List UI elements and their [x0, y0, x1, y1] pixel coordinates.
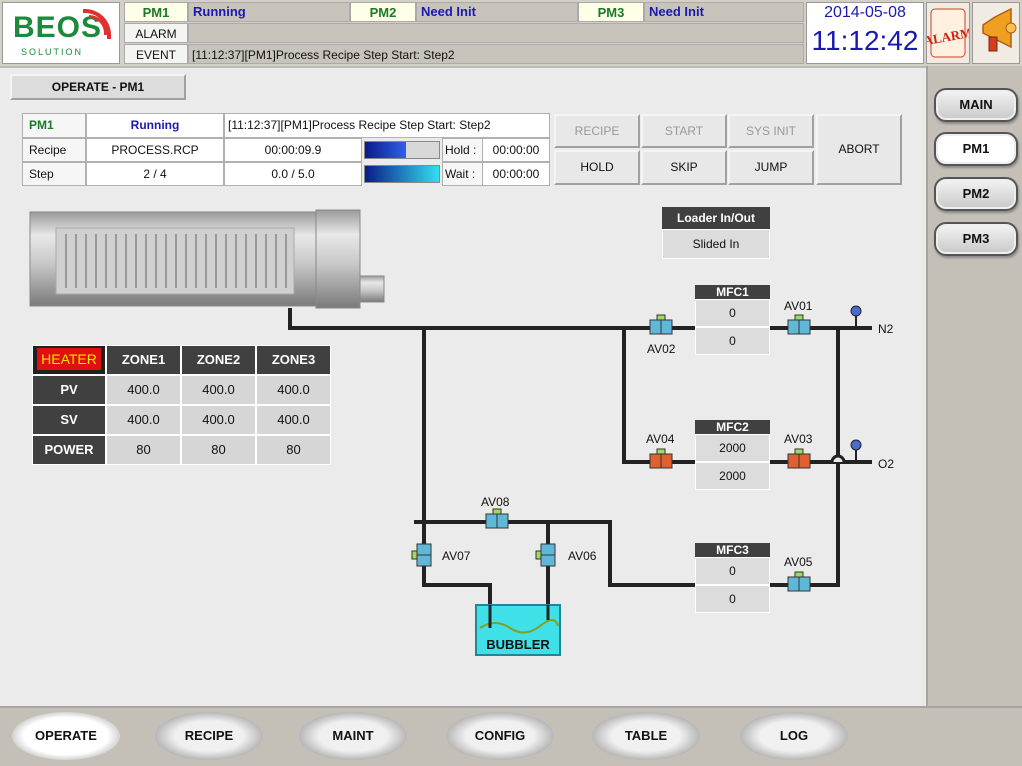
config-button[interactable]: CONFIG — [446, 712, 554, 760]
log-button[interactable]: LOG — [740, 712, 848, 760]
mfc2-block[interactable]: MFC2 2000 2000 — [695, 420, 770, 490]
alarm-button[interactable]: ALARM — [922, 2, 973, 64]
av02-label[interactable]: AV02 — [647, 342, 675, 356]
nav-pm1-button[interactable]: PM1 — [934, 132, 1018, 166]
mfc3-block[interactable]: MFC3 0 0 — [695, 543, 770, 613]
nav-pm2-button[interactable]: PM2 — [934, 177, 1018, 211]
gas-piping-diagram — [288, 305, 872, 656]
horn-icon — [982, 7, 1017, 52]
maint-button[interactable]: MAINT — [299, 712, 407, 760]
av05-label[interactable]: AV05 — [784, 555, 812, 569]
mfc3-actual: 0 — [695, 585, 770, 613]
av06-label[interactable]: AV06 — [568, 549, 596, 563]
mfc1-setpoint: 0 — [695, 299, 770, 327]
mfc3-setpoint: 0 — [695, 557, 770, 585]
av04-label[interactable]: AV04 — [646, 432, 674, 446]
buzzer-button[interactable] — [972, 2, 1020, 64]
bubbler-label: BUBBLER — [486, 637, 550, 652]
table-button[interactable]: TABLE — [592, 712, 700, 760]
alarm-icon: ALARM — [922, 8, 973, 58]
nav-main-button[interactable]: MAIN — [934, 88, 1018, 122]
av03-label[interactable]: AV03 — [784, 432, 812, 446]
mfc2-actual: 2000 — [695, 462, 770, 490]
mfc2-setpoint: 2000 — [695, 434, 770, 462]
av07-label[interactable]: AV07 — [442, 549, 470, 563]
mfc1-title: MFC1 — [695, 285, 770, 299]
n2-label: N2 — [878, 322, 894, 336]
o2-label: O2 — [878, 457, 895, 471]
mfc2-title: MFC2 — [695, 420, 770, 434]
mfc1-actual: 0 — [695, 327, 770, 355]
operate-button[interactable]: OPERATE — [12, 712, 120, 760]
recipe-nav-button[interactable]: RECIPE — [155, 712, 263, 760]
mfc3-title: MFC3 — [695, 543, 770, 557]
mfc1-block[interactable]: MFC1 0 0 — [695, 285, 770, 355]
av08-label[interactable]: AV08 — [481, 495, 509, 509]
av01-label[interactable]: AV01 — [784, 299, 812, 313]
nav-pm3-button[interactable]: PM3 — [934, 222, 1018, 256]
